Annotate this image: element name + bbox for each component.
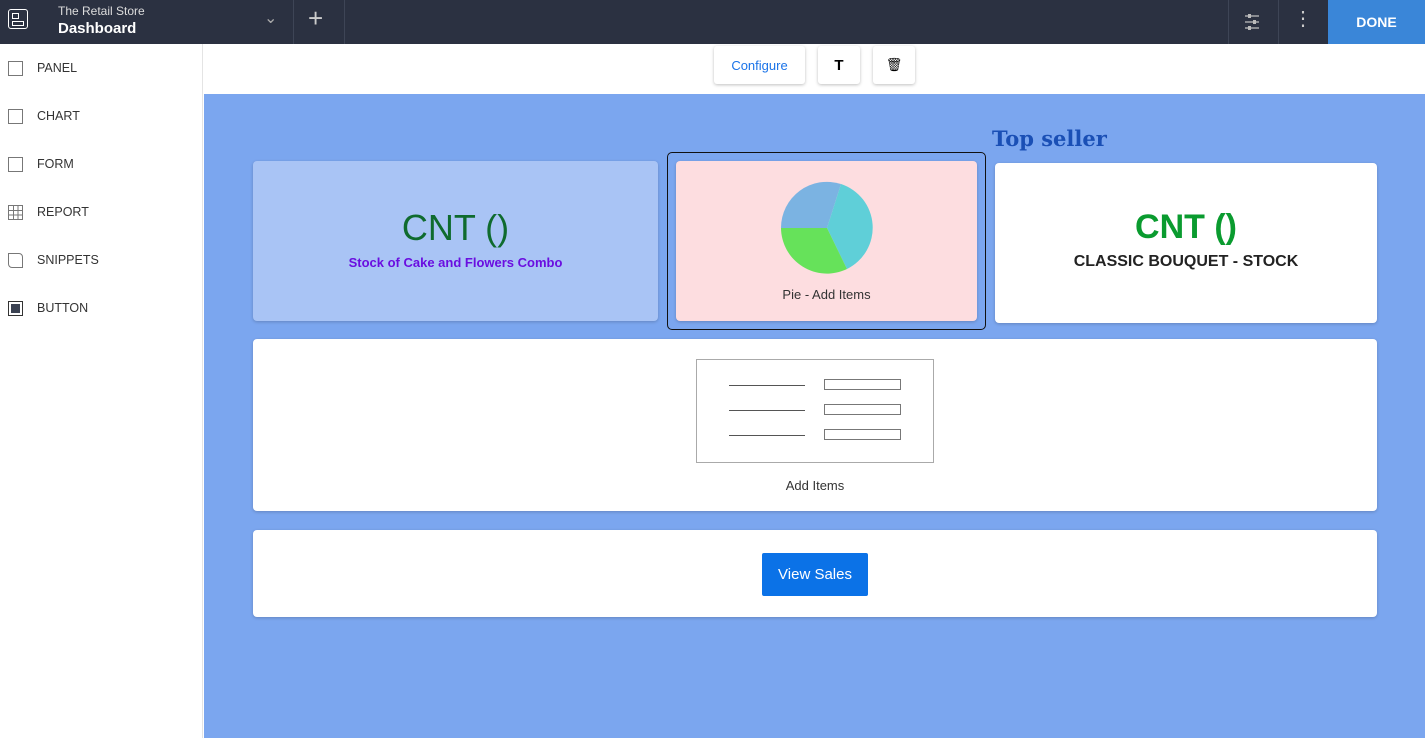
top-seller-heading: Top seller bbox=[992, 126, 1107, 151]
form-placeholder-icon bbox=[696, 359, 934, 463]
kpi-label: CLASSIC BOUQUET - STOCK bbox=[1073, 253, 1299, 270]
report-icon bbox=[8, 204, 23, 220]
settings-sliders-icon[interactable] bbox=[1240, 10, 1264, 34]
sidebar-item-label: CHART bbox=[37, 109, 80, 123]
button-icon bbox=[8, 300, 23, 316]
form-icon bbox=[8, 156, 23, 172]
sidebar-item-label: FORM bbox=[37, 157, 74, 171]
sidebar-item-snippets[interactable]: SNIPPETS bbox=[0, 236, 202, 284]
sidebar-item-label: REPORT bbox=[37, 205, 89, 219]
chevron-down-icon[interactable]: ⌄ bbox=[264, 8, 277, 28]
sidebar-item-report[interactable]: REPORT bbox=[0, 188, 202, 236]
snippets-icon bbox=[8, 252, 23, 268]
app-icon[interactable] bbox=[8, 9, 28, 29]
sidebar-item-label: SNIPPETS bbox=[37, 253, 99, 267]
add-icon[interactable]: + bbox=[308, 3, 323, 34]
sidebar-item-panel[interactable]: PANEL bbox=[0, 44, 202, 92]
kpi-label: Stock of Cake and Flowers Combo bbox=[348, 255, 563, 270]
sidebar: PANEL CHART FORM REPORT SNIPPETS BUTTON bbox=[0, 44, 203, 738]
widget-toolbar: Configure T 🗑 bbox=[204, 44, 1425, 94]
form-label: Add Items bbox=[785, 478, 845, 493]
panel-icon bbox=[8, 60, 23, 76]
kpi-card-bouquet[interactable]: CNT () CLASSIC BOUQUET - STOCK bbox=[995, 163, 1377, 323]
text-button[interactable]: T bbox=[818, 46, 860, 84]
view-sales-button[interactable]: View Sales bbox=[762, 553, 868, 596]
form-card[interactable]: Add Items bbox=[253, 339, 1377, 511]
kpi-card-cake[interactable]: CNT () Stock of Cake and Flowers Combo bbox=[253, 161, 658, 321]
chart-icon bbox=[8, 108, 23, 124]
sidebar-item-button[interactable]: BUTTON bbox=[0, 284, 202, 332]
sidebar-item-chart[interactable]: CHART bbox=[0, 92, 202, 140]
sidebar-item-label: PANEL bbox=[37, 61, 78, 75]
configure-button[interactable]: Configure bbox=[714, 46, 805, 84]
page-title: Dashboard bbox=[58, 20, 137, 37]
more-options-icon[interactable]: ⋮ bbox=[1293, 6, 1313, 31]
top-bar: The Retail Store Dashboard ⌄ + ⋮ DONE bbox=[0, 0, 1425, 44]
sidebar-item-label: BUTTON bbox=[37, 301, 89, 315]
store-name: The Retail Store bbox=[58, 4, 145, 18]
chart-label: Pie - Add Items bbox=[782, 287, 871, 302]
pie-chart-card[interactable]: Pie - Add Items bbox=[676, 161, 977, 321]
done-button[interactable]: DONE bbox=[1328, 0, 1425, 44]
trash-icon: 🗑 bbox=[885, 57, 903, 72]
delete-button[interactable]: 🗑 bbox=[873, 46, 915, 84]
sidebar-item-form[interactable]: FORM bbox=[0, 140, 202, 188]
button-card: View Sales bbox=[253, 530, 1377, 617]
kpi-value: CNT () bbox=[1135, 208, 1237, 246]
pie-chart bbox=[780, 181, 873, 274]
kpi-value: CNT () bbox=[401, 207, 510, 248]
